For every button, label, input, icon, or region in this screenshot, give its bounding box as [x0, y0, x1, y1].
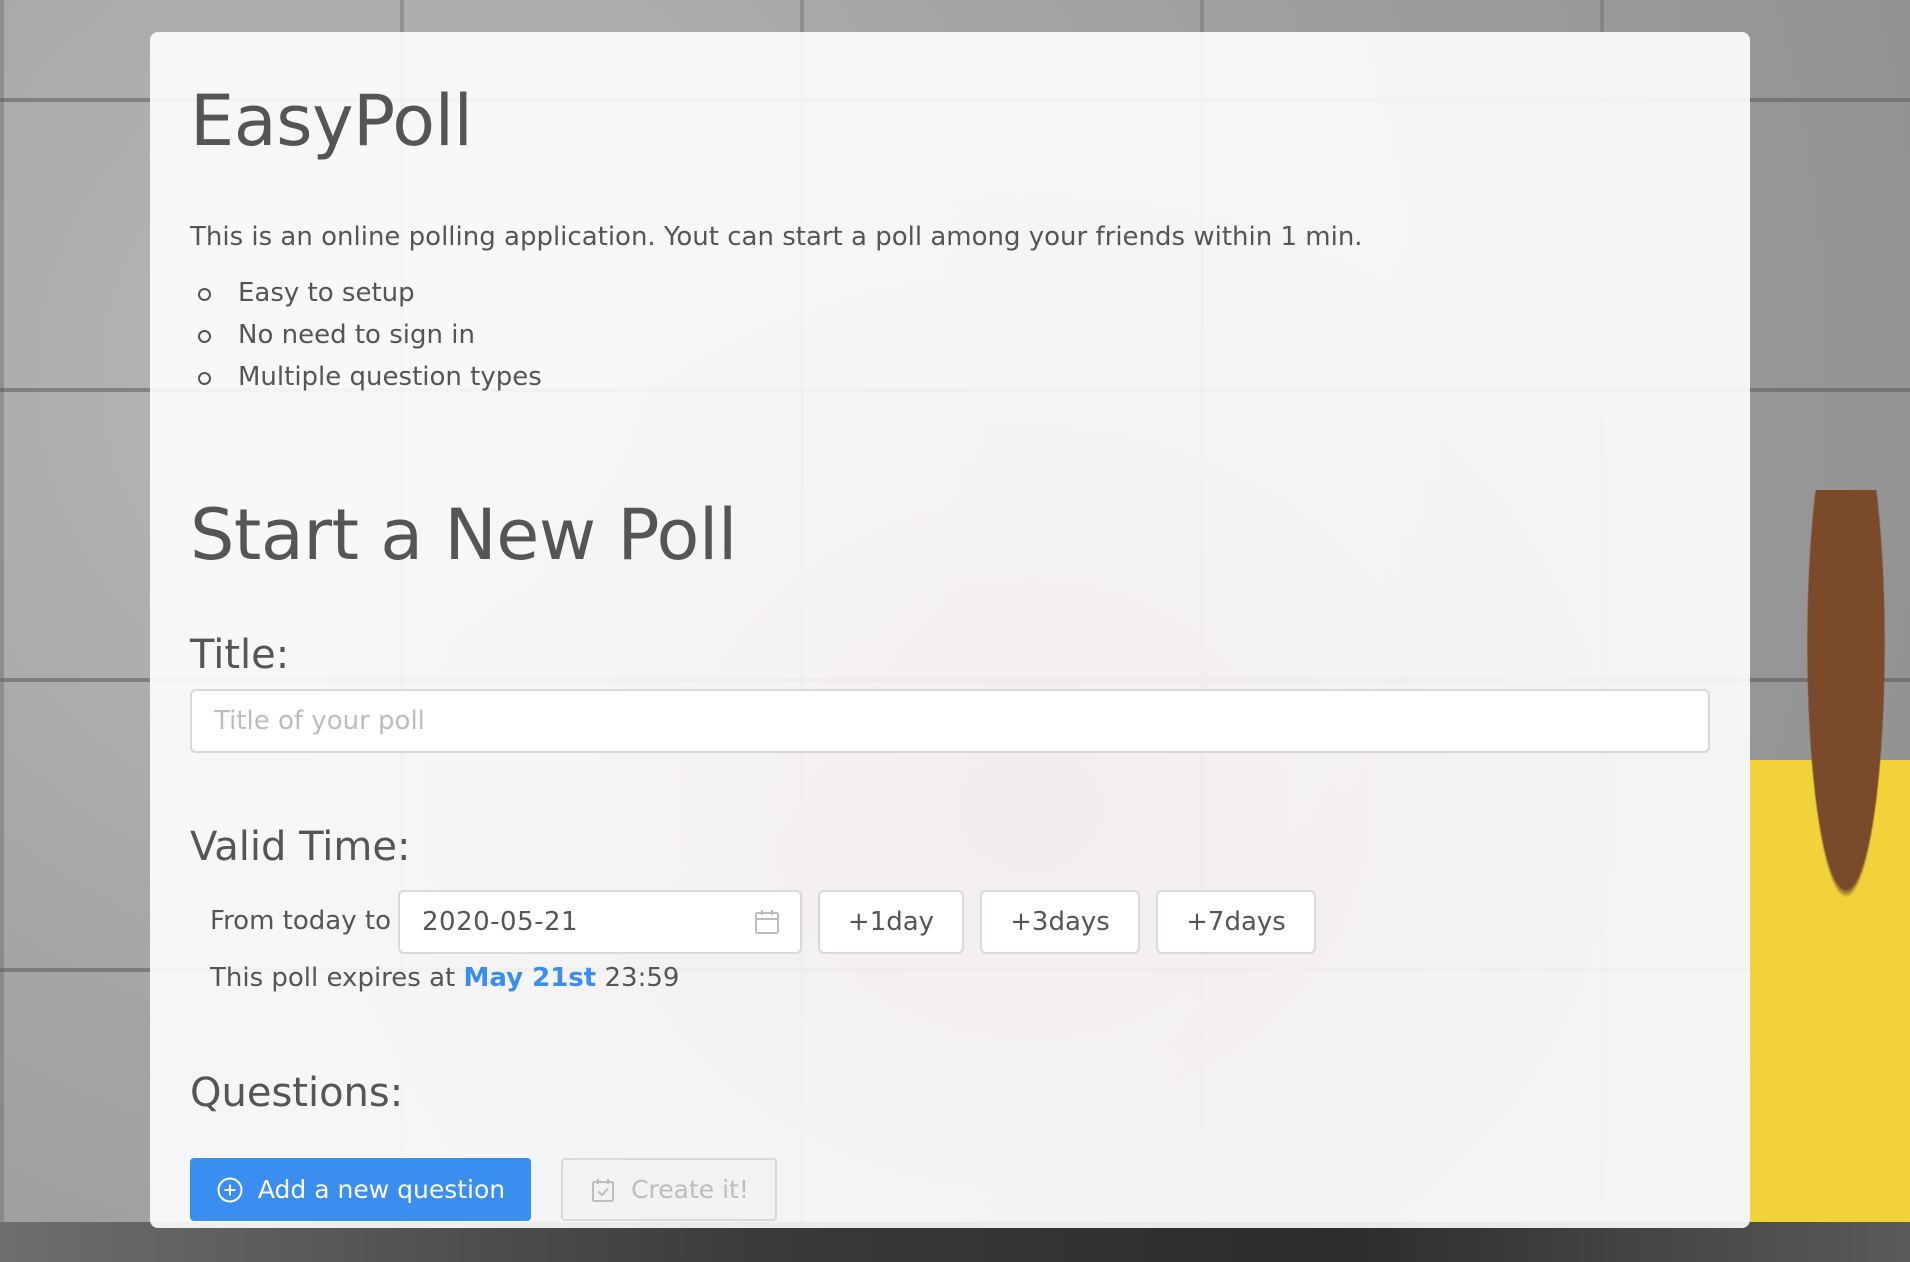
- new-poll-heading: Start a New Poll: [190, 494, 737, 576]
- valid-time-label: Valid Time:: [190, 824, 411, 870]
- background-floor: [0, 1222, 1910, 1262]
- feature-item: Easy to setup: [190, 272, 542, 314]
- poll-title-input[interactable]: [190, 689, 1710, 753]
- create-poll-button[interactable]: Create it!: [561, 1158, 777, 1221]
- poll-card: EasyPoll This is an online polling appli…: [150, 32, 1750, 1228]
- expiry-date-picker[interactable]: 2020-05-21: [398, 890, 802, 954]
- feature-item: Multiple question types: [190, 356, 542, 398]
- calendar-check-icon: [592, 1178, 615, 1202]
- expiry-prefix: This poll expires at: [210, 963, 456, 993]
- app-title: EasyPoll: [190, 80, 473, 162]
- expiry-date-highlight: May 21st: [463, 963, 597, 993]
- add-7days-button[interactable]: +7days: [1156, 890, 1316, 954]
- title-label: Title:: [190, 632, 290, 678]
- questions-label: Questions:: [190, 1070, 404, 1116]
- add-3days-button[interactable]: +3days: [980, 890, 1140, 954]
- background-person: [1750, 490, 1910, 1262]
- feature-list: Easy to setup No need to sign in Multipl…: [190, 272, 542, 398]
- from-today-label: From today to: [210, 906, 391, 936]
- expiry-time: 23:59: [604, 963, 680, 993]
- calendar-icon: [755, 910, 779, 934]
- create-poll-label: Create it!: [631, 1175, 749, 1204]
- expiry-summary: This poll expires at May 21st 23:59: [210, 960, 679, 996]
- add-1day-button[interactable]: +1day: [818, 890, 964, 954]
- plus-circle-icon: [217, 1177, 243, 1202]
- add-question-label: Add a new question: [257, 1175, 506, 1204]
- feature-item: No need to sign in: [190, 314, 542, 356]
- intro-text: This is an online polling application. Y…: [190, 222, 1363, 252]
- add-question-button[interactable]: Add a new question: [190, 1158, 531, 1221]
- expiry-date-value: 2020-05-21: [422, 907, 579, 937]
